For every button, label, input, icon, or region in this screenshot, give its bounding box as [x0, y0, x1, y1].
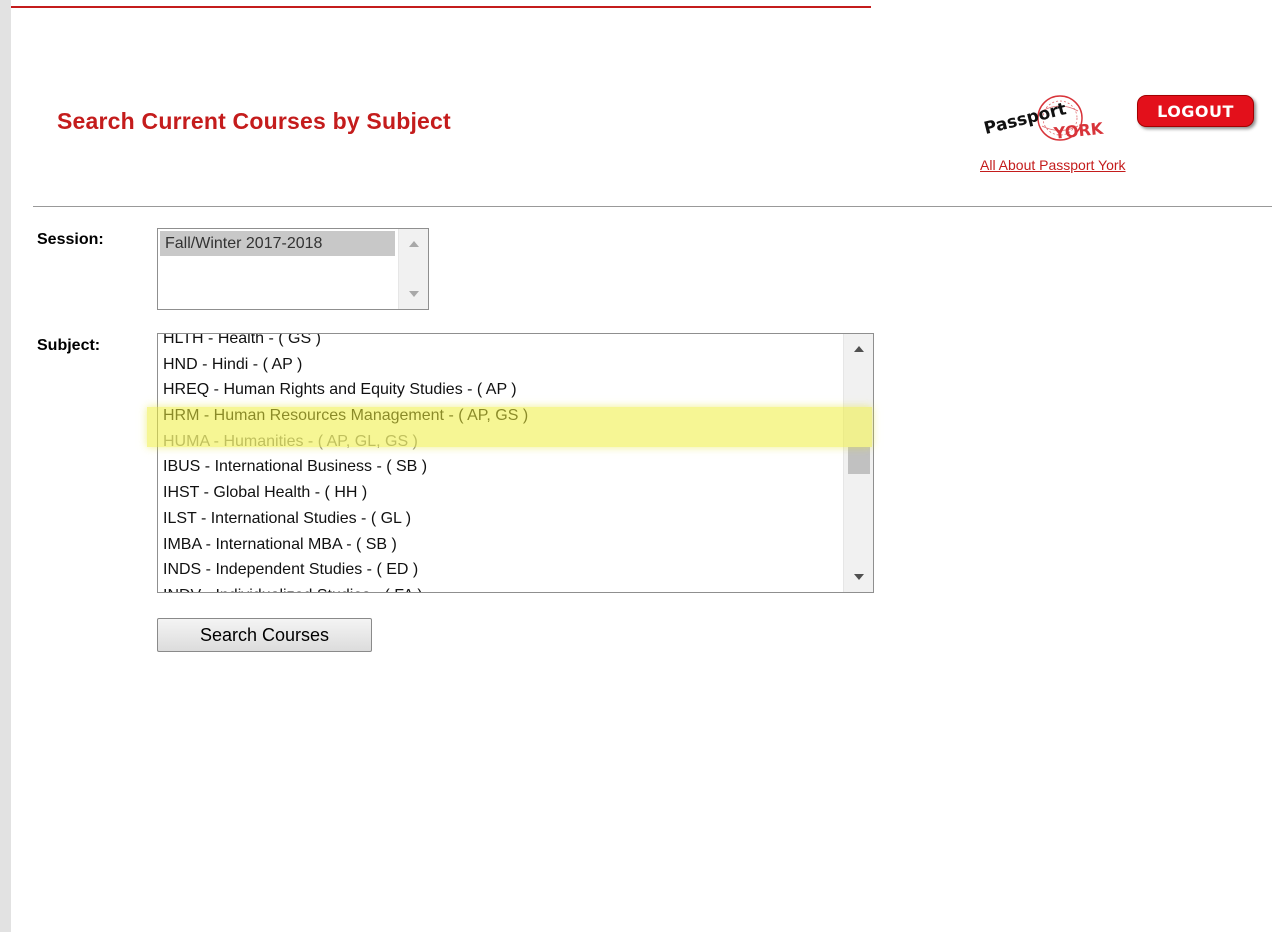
session-listbox[interactable]: Fall/Winter 2017-2018: [157, 228, 429, 310]
logo-text-york: YORK: [1052, 119, 1105, 143]
header-divider: [33, 206, 1272, 207]
session-option[interactable]: Fall/Winter 2017-2018: [160, 231, 395, 256]
subject-option[interactable]: IBUS - International Business - ( SB ): [158, 454, 845, 480]
scrollbar-thumb[interactable]: [847, 447, 870, 474]
subject-listbox[interactable]: HLTH - Health - ( GS ) HND - Hindi - ( A…: [157, 333, 874, 593]
subject-option[interactable]: IMBA - International MBA - ( SB ): [158, 532, 845, 558]
scroll-down-arrow-icon[interactable]: [408, 291, 419, 297]
logout-button[interactable]: LOGOUT: [1137, 95, 1254, 127]
page-title: Search Current Courses by Subject: [57, 108, 451, 134]
subject-option[interactable]: HND - Hindi - ( AP ): [158, 352, 845, 378]
session-label: Session:: [37, 231, 104, 248]
session-scrollbar[interactable]: [398, 229, 428, 309]
left-border: [0, 0, 11, 932]
subject-option[interactable]: INDS - Independent Studies - ( ED ): [158, 557, 845, 583]
subject-scrollbar[interactable]: [843, 334, 873, 592]
subject-label: Subject:: [37, 337, 101, 354]
subject-option[interactable]: INDV - Individualized Studies - ( FA ): [158, 583, 845, 592]
subject-options: HLTH - Health - ( GS ) HND - Hindi - ( A…: [158, 334, 845, 592]
page: Search Current Courses by Subject Passpo…: [0, 0, 1272, 932]
scroll-up-arrow-icon[interactable]: [408, 241, 419, 247]
scroll-up-arrow-icon[interactable]: [853, 346, 864, 352]
about-passport-york-link[interactable]: All About Passport York: [980, 157, 1126, 173]
search-courses-button[interactable]: Search Courses: [157, 618, 372, 652]
scroll-down-arrow-icon[interactable]: [853, 574, 864, 580]
subject-option[interactable]: HRM - Human Resources Management - ( AP,…: [158, 403, 845, 429]
subject-option-selected[interactable]: HUMA - Humanities - ( AP, GL, GS ): [158, 429, 845, 455]
subject-option[interactable]: IHST - Global Health - ( HH ): [158, 480, 845, 506]
subject-option[interactable]: HLTH - Health - ( GS ): [158, 334, 845, 352]
subject-option[interactable]: HREQ - Human Rights and Equity Studies -…: [158, 377, 845, 403]
top-red-rule: [11, 6, 871, 8]
passport-york-logo: Passport YORK: [982, 95, 1105, 143]
subject-option[interactable]: ILST - International Studies - ( GL ): [158, 506, 845, 532]
